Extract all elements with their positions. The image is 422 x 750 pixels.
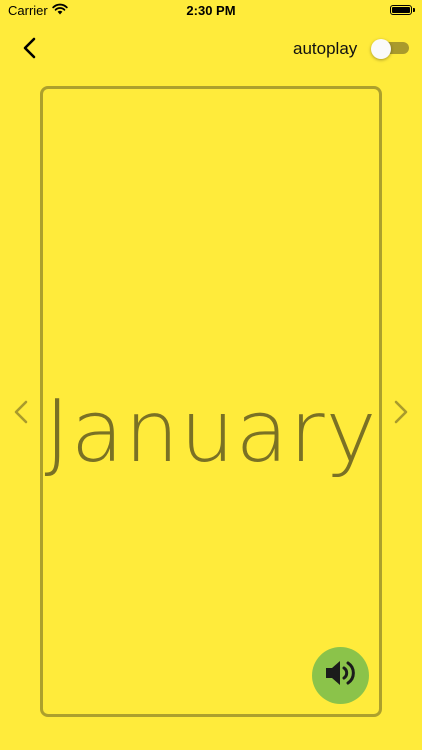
chevron-left-icon: [22, 37, 38, 64]
flash-card[interactable]: January: [40, 86, 382, 717]
toggle-knob: [371, 39, 391, 59]
battery-icon: [390, 5, 415, 15]
status-bar: Carrier 2:30 PM: [0, 0, 422, 22]
chevron-right-icon: [392, 399, 410, 430]
previous-card-button[interactable]: [8, 400, 34, 428]
autoplay-label: autoplay: [293, 39, 358, 58]
speaker-button[interactable]: [312, 647, 369, 704]
card-word: January: [44, 382, 378, 482]
status-time: 2:30 PM: [186, 3, 236, 18]
speaker-icon: [324, 658, 358, 693]
chevron-left-icon: [12, 399, 30, 430]
back-button[interactable]: [16, 36, 44, 64]
autoplay-toggle[interactable]: [371, 39, 409, 59]
next-card-button[interactable]: [388, 400, 414, 428]
